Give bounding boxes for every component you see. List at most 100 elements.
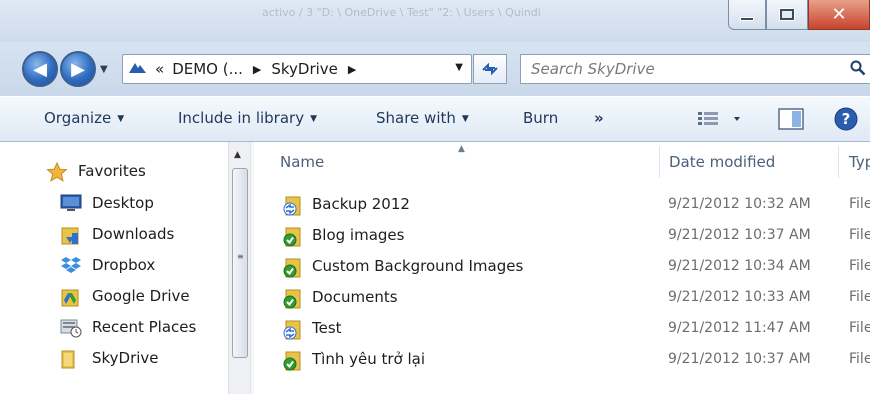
burn-button[interactable]: Burn bbox=[523, 109, 558, 127]
change-view-button[interactable] bbox=[698, 111, 740, 131]
scroll-up-icon[interactable]: ▲ bbox=[234, 150, 241, 160]
nav-item-label: SkyDrive bbox=[92, 349, 159, 367]
help-button[interactable]: ? bbox=[834, 107, 858, 135]
refresh-button[interactable] bbox=[473, 54, 507, 84]
breadcrumb-demo[interactable]: DEMO (... bbox=[168, 60, 247, 78]
folder-syncing-icon bbox=[282, 196, 304, 216]
column-separator[interactable] bbox=[838, 146, 839, 178]
search-input[interactable] bbox=[531, 60, 831, 78]
more-commands-button[interactable]: » bbox=[594, 109, 604, 127]
folder-synced-icon bbox=[282, 351, 304, 371]
chevron-down-icon: ▼ bbox=[117, 114, 125, 124]
favorites-label: Favorites bbox=[78, 162, 146, 180]
file-name: Custom Background Images bbox=[312, 257, 524, 275]
file-type: File bbox=[849, 289, 870, 305]
chevron-down-icon: ▼ bbox=[310, 114, 317, 124]
address-bar[interactable]: « DEMO (... ▶ SkyDrive ▶ ▼ bbox=[122, 54, 472, 84]
downloads-folder-icon bbox=[60, 225, 82, 245]
column-header-name[interactable]: Name bbox=[280, 142, 658, 182]
table-row[interactable]: Custom Background Images 9/21/2012 10:34… bbox=[254, 252, 870, 282]
address-dropdown-icon[interactable]: ▼ bbox=[455, 62, 463, 73]
file-name: Blog images bbox=[312, 226, 405, 244]
maximize-icon bbox=[780, 9, 794, 20]
help-icon: ? bbox=[834, 107, 858, 131]
navigation-pane: Favorites Desktop Downloads Dropbox Goog… bbox=[0, 142, 228, 394]
nav-item-recent-places[interactable]: Recent Places bbox=[60, 318, 197, 338]
skydrive-cloud-icon bbox=[123, 60, 151, 78]
column-separator[interactable] bbox=[659, 146, 660, 178]
table-row[interactable]: Blog images 9/21/2012 10:37 AM File bbox=[254, 221, 870, 251]
organize-button[interactable]: Organize ▼ bbox=[44, 109, 124, 127]
table-row[interactable]: Tình yêu trở lại 9/21/2012 10:37 AM File bbox=[254, 345, 870, 375]
minimize-button[interactable] bbox=[728, 0, 766, 30]
refresh-icon bbox=[482, 62, 498, 76]
desktop-icon bbox=[60, 194, 82, 212]
recent-pages-dropdown[interactable]: ▼ bbox=[100, 64, 108, 75]
title-bar: activo / 3 "D: \ OneDrive \ Test" "2: \ … bbox=[0, 0, 870, 42]
scroll-grip-icon: ≡ bbox=[237, 252, 244, 261]
file-date: 9/21/2012 10:37 AM bbox=[668, 351, 811, 367]
file-date: 9/21/2012 10:37 AM bbox=[668, 227, 811, 243]
search-icon[interactable] bbox=[850, 60, 866, 80]
chevron-down-icon: ▼ bbox=[461, 114, 469, 124]
include-in-library-label: Include in library bbox=[178, 109, 305, 127]
share-with-label: Share with bbox=[376, 109, 456, 127]
forward-arrow-icon: ▶ bbox=[71, 58, 85, 80]
search-box[interactable] bbox=[520, 54, 870, 84]
folder-syncing-icon bbox=[282, 320, 304, 340]
file-name: Test bbox=[312, 319, 342, 337]
more-commands-label: » bbox=[594, 109, 604, 127]
breadcrumb-overflow[interactable]: « bbox=[151, 60, 168, 78]
nav-item-label: Downloads bbox=[92, 225, 175, 243]
column-header-name-label: Name bbox=[280, 153, 325, 171]
nav-item-skydrive[interactable]: SkyDrive bbox=[60, 349, 159, 369]
burn-label: Burn bbox=[523, 109, 559, 127]
file-name: Documents bbox=[312, 288, 398, 306]
skydrive-folder-icon bbox=[60, 349, 82, 369]
folder-synced-icon bbox=[282, 289, 304, 309]
back-button[interactable]: ◀ bbox=[22, 51, 58, 87]
file-type: File bbox=[849, 351, 870, 367]
command-bar: Organize ▼ Include in library ▼ Share with… bbox=[0, 96, 870, 142]
close-button[interactable]: ✕ bbox=[808, 0, 870, 30]
file-list: ▲ Name Date modified Typ Backup 2012 9/2… bbox=[254, 142, 870, 394]
file-type: File bbox=[849, 258, 870, 274]
nav-item-downloads[interactable]: Downloads bbox=[60, 225, 175, 245]
breadcrumb-arrow-icon[interactable]: ▶ bbox=[247, 63, 267, 76]
breadcrumb-skydrive[interactable]: SkyDrive bbox=[267, 60, 342, 78]
file-date: 9/21/2012 10:33 AM bbox=[668, 289, 811, 305]
nav-item-label: Dropbox bbox=[92, 256, 156, 274]
table-row[interactable]: Documents 9/21/2012 10:33 AM File bbox=[254, 283, 870, 313]
close-icon: ✕ bbox=[831, 4, 847, 25]
table-row[interactable]: Test 9/21/2012 11:47 AM File bbox=[254, 314, 870, 344]
background-title-text: activo / 3 "D: \ OneDrive \ Test" "2: \ … bbox=[262, 6, 541, 19]
nav-item-dropbox[interactable]: Dropbox bbox=[60, 256, 155, 274]
column-header-date-label: Date modified bbox=[669, 153, 776, 171]
nav-item-desktop[interactable]: Desktop bbox=[60, 194, 154, 212]
back-arrow-icon: ◀ bbox=[33, 58, 47, 80]
navigation-pane-scrollbar[interactable]: ▲ ≡ bbox=[228, 142, 250, 394]
scrollbar-thumb[interactable]: ≡ bbox=[232, 168, 248, 358]
column-header-type[interactable]: Typ bbox=[849, 142, 870, 182]
file-date: 9/21/2012 10:32 AM bbox=[668, 196, 811, 212]
organize-label: Organize bbox=[44, 109, 112, 127]
breadcrumb-arrow-icon[interactable]: ▶ bbox=[342, 63, 362, 76]
column-header-date-modified[interactable]: Date modified bbox=[669, 142, 839, 182]
favorites-star-icon bbox=[46, 161, 68, 182]
folder-synced-icon bbox=[282, 258, 304, 278]
forward-button[interactable]: ▶ bbox=[60, 51, 96, 87]
file-type: File bbox=[849, 196, 870, 212]
maximize-button[interactable] bbox=[766, 0, 808, 30]
table-row[interactable]: Backup 2012 9/21/2012 10:32 AM File bbox=[254, 190, 870, 220]
share-with-button[interactable]: Share with ▼ bbox=[376, 109, 469, 127]
nav-item-label: Recent Places bbox=[92, 318, 197, 336]
nav-item-label: Desktop bbox=[92, 194, 154, 212]
column-header-type-label: Typ bbox=[849, 153, 870, 171]
favorites-group[interactable]: Favorites bbox=[46, 161, 146, 182]
preview-pane-icon bbox=[778, 108, 804, 130]
nav-item-google-drive[interactable]: Google Drive bbox=[60, 287, 190, 307]
file-type: File bbox=[849, 227, 870, 243]
dropbox-icon bbox=[60, 256, 82, 274]
preview-pane-button[interactable] bbox=[778, 108, 804, 134]
include-in-library-button[interactable]: Include in library ▼ bbox=[178, 109, 317, 127]
